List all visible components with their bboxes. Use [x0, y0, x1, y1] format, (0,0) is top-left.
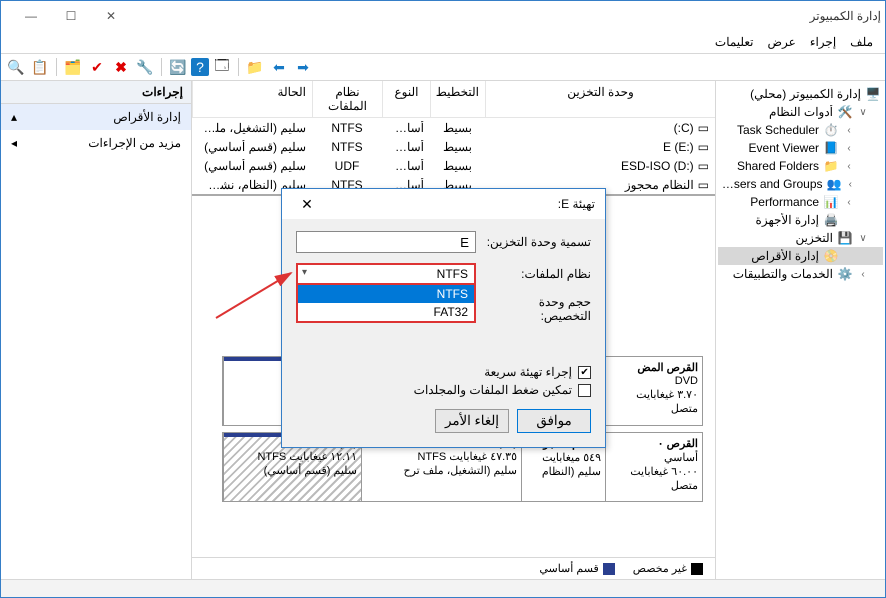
combo-filesystem-dropdown: NTFS FAT32 — [296, 285, 476, 323]
tree-pane: 🖥️إدارة الكمبيوتر (محلي) ∨🛠️أدوات النظام… — [715, 81, 885, 579]
volume-header: وحدة التخزين التخطيط النوع نظام الملفات … — [192, 81, 715, 118]
tree-performance[interactable]: ›📊Performance — [718, 193, 883, 211]
window-title: إدارة الكمبيوتر — [810, 9, 881, 23]
fs-option-ntfs[interactable]: NTFS — [298, 285, 474, 303]
volume-row[interactable]: ▭ (C:)بسيطأساسيNTFSسليم (التشغيل، ملف تر… — [192, 118, 715, 137]
check-quick-format[interactable]: ✔ إجراء تهيئة سريعة — [282, 363, 605, 381]
tree-root[interactable]: 🖥️إدارة الكمبيوتر (محلي) — [718, 85, 883, 103]
tb-delete-icon[interactable]: ✖ — [110, 56, 132, 78]
volume-row[interactable]: ▭ ESD-ISO (D:)بسيطأساسيUDFسليم (قسم أساس… — [192, 156, 715, 175]
label-alloc: حجم وحدة التخصيص: — [486, 295, 591, 323]
ok-button[interactable]: موافق — [517, 409, 591, 433]
menubar: ملف إجراء عرض تعليمات — [1, 31, 885, 53]
volume-list: ▭ (C:)بسيطأساسيNTFSسليم (التشغيل، ملف تر… — [192, 118, 715, 196]
tb-back-icon[interactable]: ⬅ — [268, 56, 290, 78]
actions-pane: إجراءات إدارة الأقراص▴ مزيد من الإجراءات… — [1, 81, 191, 579]
col-fs[interactable]: نظام الملفات — [312, 81, 382, 117]
actions-more[interactable]: مزيد من الإجراءات◂ — [1, 130, 191, 156]
dialog-close-icon[interactable]: ✕ — [292, 189, 322, 219]
format-dialog: تهيئة E: ✕ تسمية وحدة التخزين: نظام المل… — [281, 188, 606, 448]
col-status[interactable]: الحالة — [192, 81, 312, 117]
tree-device-mgr[interactable]: 🖨️إدارة الأجهزة — [718, 211, 883, 229]
minimize-button[interactable]: — — [11, 2, 51, 30]
tb-window-icon[interactable]: 🗔 — [211, 56, 233, 78]
tree-system-tools[interactable]: ∨🛠️أدوات النظام — [718, 103, 883, 121]
tree-local-users[interactable]: ›👥Local Users and Groups — [718, 175, 883, 193]
actions-disk-mgmt[interactable]: إدارة الأقراص▴ — [1, 104, 191, 130]
input-volume-label[interactable] — [296, 231, 476, 253]
dialog-title: تهيئة E: — [558, 197, 595, 211]
tree-shared-folders[interactable]: ›📁Shared Folders — [718, 157, 883, 175]
label-volume: تسمية وحدة التخزين: — [486, 235, 591, 249]
tb-save-icon[interactable]: 🗂️ — [62, 56, 84, 78]
checkbox-icon — [578, 384, 591, 397]
statusbar — [1, 579, 885, 597]
col-volume[interactable]: وحدة التخزين — [485, 81, 715, 117]
toolbar: 🔍 📋 🗂️ ✔ ✖ 🔧 🔄 ? 🗔 📁 ⬅ ➡ — [1, 53, 885, 81]
chevron-down-icon: ▾ — [302, 267, 307, 278]
tree-storage[interactable]: ∨💾التخزين — [718, 229, 883, 247]
legend: غير مخصص قسم أساسي — [192, 557, 715, 579]
volume-row[interactable]: ▭ E (E:)بسيطأساسيNTFSسليم (قسم أساسي) — [192, 137, 715, 156]
menu-action[interactable]: إجراء — [806, 33, 840, 51]
combo-filesystem[interactable]: NTFS ▾ NTFS FAT32 — [296, 263, 476, 285]
close-button[interactable]: ✕ — [91, 2, 131, 30]
menu-file[interactable]: ملف — [846, 33, 877, 51]
tb-help-icon[interactable]: ? — [191, 58, 209, 76]
titlebar: — ☐ ✕ إدارة الكمبيوتر — [1, 1, 885, 31]
tb-fwd-icon[interactable]: ➡ — [292, 56, 314, 78]
tb-search-icon[interactable]: 🔍 — [5, 56, 27, 78]
menu-view[interactable]: عرض — [764, 33, 800, 51]
fs-option-fat32[interactable]: FAT32 — [298, 303, 474, 321]
chevron-left-icon: ◂ — [11, 136, 17, 150]
cancel-button[interactable]: إلغاء الأمر — [435, 409, 509, 433]
actions-header: إجراءات — [1, 81, 191, 104]
tb-refresh-icon[interactable]: 🔄 — [167, 56, 189, 78]
tree-services[interactable]: ›⚙️الخدمات والتطبيقات — [718, 265, 883, 283]
tb-list-icon[interactable]: 📋 — [29, 56, 51, 78]
label-fs: نظام الملفات: — [486, 267, 591, 281]
tb-props-icon[interactable]: 🔧 — [134, 56, 156, 78]
maximize-button[interactable]: ☐ — [51, 2, 91, 30]
col-layout[interactable]: التخطيط — [430, 81, 485, 117]
menu-help[interactable]: تعليمات — [711, 33, 758, 51]
tree-event-viewer[interactable]: ›📘Event Viewer — [718, 139, 883, 157]
checkbox-icon: ✔ — [578, 366, 591, 379]
check-compression[interactable]: تمكين ضغط الملفات والمجلدات — [282, 381, 605, 399]
tb-up-icon[interactable]: 📁 — [244, 56, 266, 78]
tree-disk-mgmt[interactable]: 📀إدارة الأقراص — [718, 247, 883, 265]
col-type[interactable]: النوع — [382, 81, 430, 117]
chevron-up-icon: ▴ — [11, 110, 17, 124]
tb-check-icon[interactable]: ✔ — [86, 56, 108, 78]
tree-task-scheduler[interactable]: ›⏱️Task Scheduler — [718, 121, 883, 139]
